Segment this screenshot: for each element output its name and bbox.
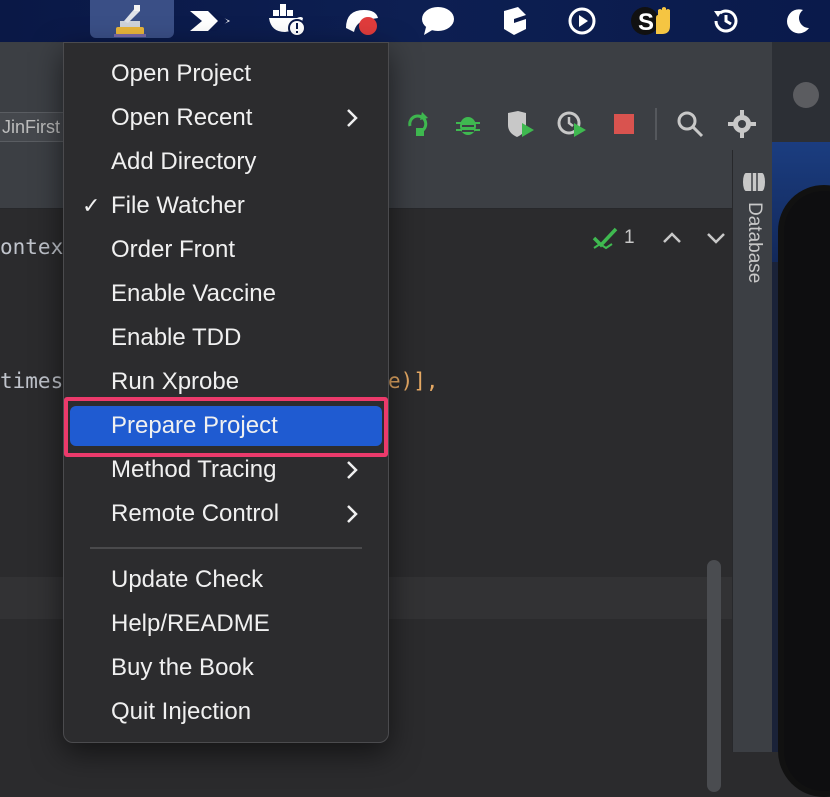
menu-item-quit-injection[interactable]: Quit Injection — [70, 692, 382, 732]
menu-item-label: Open Project — [111, 60, 252, 87]
simulator-device-frame — [778, 185, 830, 797]
menu-item-order-front[interactable]: Order Front — [70, 230, 382, 270]
run-configuration-selector[interactable]: JinFirst — [0, 112, 69, 142]
play-circle-icon[interactable] — [560, 0, 604, 42]
chevron-right-icon — [347, 505, 358, 523]
chevron-up-icon[interactable] — [661, 231, 683, 245]
docker-whale-icon[interactable] — [265, 0, 309, 42]
injection-menu: Open Project Open Recent Add Directory ✓ Fil… — [63, 42, 389, 743]
menu-bar: S — [0, 0, 830, 42]
window-control-dot[interactable] — [793, 82, 819, 108]
stop-icon[interactable] — [606, 106, 642, 142]
menu-item-enable-tdd[interactable]: Enable TDD — [70, 318, 382, 358]
swift-bird-icon[interactable] — [185, 0, 235, 42]
menu-item-label: File Watcher — [111, 192, 245, 219]
menu-item-label: Run Xprobe — [111, 368, 240, 395]
debug-bug-icon[interactable] — [450, 106, 486, 142]
menu-item-run-xprobe[interactable]: Run Xprobe — [70, 362, 382, 402]
time-machine-icon[interactable] — [704, 0, 748, 42]
rerun-icon[interactable] — [400, 106, 436, 142]
menu-item-label: Enable TDD — [111, 324, 242, 351]
menu-item-label: Remote Control — [111, 500, 280, 527]
toolbar-divider — [655, 108, 657, 140]
menu-item-help-readme[interactable]: Help/README — [70, 604, 382, 644]
chat-bubble-icon[interactable] — [416, 0, 460, 42]
menu-item-label: Enable Vaccine — [111, 280, 276, 307]
cube-app-icon[interactable] — [492, 0, 536, 42]
menu-item-label: Open Recent — [111, 104, 253, 131]
gif-capture-icon[interactable] — [340, 0, 384, 42]
annotation-highlight-box — [64, 397, 388, 457]
menu-item-remote-control[interactable]: Remote Control — [70, 494, 382, 534]
search-icon[interactable] — [672, 106, 708, 142]
chevron-right-icon — [347, 461, 358, 479]
menu-item-update-check[interactable]: Update Check — [70, 560, 382, 600]
menu-item-add-directory[interactable]: Add Directory — [70, 142, 382, 182]
code-line: ontex — [0, 235, 64, 259]
coverage-shield-icon[interactable] — [502, 106, 538, 142]
menu-item-label: Update Check — [111, 566, 264, 593]
menu-item-label: Quit Injection — [111, 698, 252, 725]
code-line: times — [0, 369, 64, 393]
menu-item-enable-vaccine[interactable]: Enable Vaccine — [70, 274, 382, 314]
menu-item-open-recent[interactable]: Open Recent — [70, 98, 382, 138]
chevron-down-icon[interactable] — [705, 231, 727, 245]
menu-item-buy-the-book[interactable]: Buy the Book — [70, 648, 382, 688]
menu-separator — [90, 547, 362, 549]
menu-item-open-project[interactable]: Open Project — [70, 54, 382, 94]
code-line-fragment: e)], — [388, 369, 439, 393]
menu-item-file-watcher[interactable]: ✓ File Watcher — [70, 186, 382, 226]
settings-gear-icon[interactable] — [724, 106, 760, 142]
editor-scrollbar[interactable] — [707, 560, 721, 792]
moon-icon[interactable] — [776, 0, 820, 42]
menu-item-label: Add Directory — [111, 148, 257, 175]
chevron-right-icon — [347, 109, 358, 127]
check-mark-icon — [592, 227, 618, 250]
hand-stop-icon[interactable]: S — [628, 0, 678, 42]
inspection-widget[interactable]: 1 — [592, 226, 727, 250]
svg-text:S: S — [638, 9, 654, 36]
menu-item-label: Help/README — [111, 610, 270, 637]
checkmark-icon: ✓ — [82, 193, 101, 218]
profile-clock-icon[interactable] — [554, 106, 590, 142]
menu-item-label: Order Front — [111, 236, 236, 263]
database-label: Database — [744, 202, 765, 284]
injection-app-icon[interactable] — [105, 0, 155, 42]
menu-item-label: Buy the Book — [111, 654, 254, 681]
database-tool-window-tab[interactable]: Database — [739, 170, 765, 310]
inspection-count: 1 — [624, 227, 635, 248]
database-icon — [743, 173, 765, 191]
